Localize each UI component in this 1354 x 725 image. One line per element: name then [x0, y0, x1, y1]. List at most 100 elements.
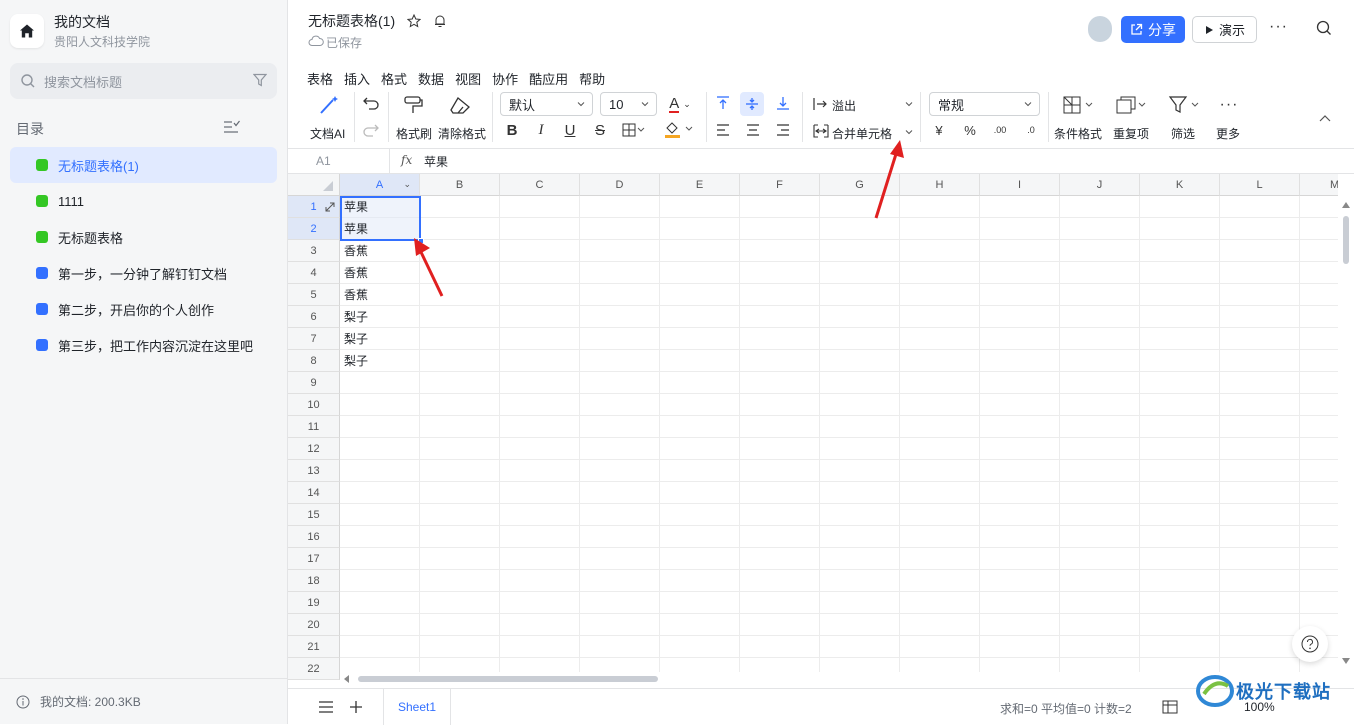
align-top-icon[interactable] — [716, 96, 730, 110]
column-header[interactable]: I — [980, 174, 1060, 196]
formula-input[interactable]: 苹果 — [424, 153, 448, 170]
eraser-icon[interactable] — [449, 95, 473, 115]
row-header[interactable]: 4 — [288, 262, 340, 284]
column-header[interactable]: K — [1140, 174, 1220, 196]
font-color-button[interactable]: A ⌄ — [664, 94, 696, 114]
sheet-tab[interactable]: Sheet1 — [383, 689, 451, 725]
row-header[interactable]: 13 — [288, 460, 340, 482]
row-header[interactable]: 15 — [288, 504, 340, 526]
menu-collab[interactable]: 协作 — [492, 69, 518, 88]
user-avatar[interactable] — [1088, 16, 1112, 42]
spreadsheet-grid[interactable]: A ⌄ B C D E F G H I J K L M 1 2 3 4 5 6 7 8 9 10 11… — [288, 174, 1338, 686]
cell-a1[interactable]: 苹果 — [340, 196, 368, 218]
overflow-icon[interactable] — [813, 97, 829, 111]
row-header[interactable]: 5 — [288, 284, 340, 306]
conditional-format-label[interactable]: 条件格式 — [1054, 125, 1102, 142]
menu-view[interactable]: 视图 — [455, 69, 481, 88]
horizontal-scroll-thumb[interactable] — [358, 676, 658, 682]
help-button[interactable] — [1292, 626, 1328, 662]
font-family-select[interactable]: 默认 — [500, 92, 593, 116]
column-header[interactable]: J — [1060, 174, 1140, 196]
ai-label[interactable]: 文档AI — [310, 125, 345, 142]
more-label[interactable]: 更多 — [1216, 125, 1240, 142]
row-header[interactable]: 9 — [288, 372, 340, 394]
menu-format[interactable]: 格式 — [381, 69, 407, 88]
vertical-scroll-thumb[interactable] — [1343, 216, 1349, 264]
row-header[interactable]: 8 — [288, 350, 340, 372]
row-header[interactable]: 14 — [288, 482, 340, 504]
align-center-icon[interactable] — [746, 124, 760, 136]
chevron-down-icon[interactable]: ⌄ — [403, 179, 411, 190]
horizontal-scrollbar[interactable] — [340, 672, 1338, 686]
bold-button[interactable]: B — [504, 120, 520, 140]
search-icon[interactable] — [1316, 20, 1332, 36]
doc-title[interactable]: 无标题表格(1) — [308, 11, 447, 31]
font-size-select[interactable]: 10 — [600, 92, 657, 116]
format-painter-icon[interactable] — [402, 95, 424, 115]
undo-icon[interactable] — [362, 96, 380, 110]
doc-item-1111[interactable]: 1111 — [10, 183, 277, 219]
align-left-icon[interactable] — [716, 124, 730, 136]
add-sheet-icon[interactable] — [349, 700, 363, 714]
doc-item-step3[interactable]: 第三步，把工作内容沉淀在这里吧 — [10, 327, 277, 363]
number-format-select[interactable]: 常规 — [929, 92, 1040, 116]
chevron-down-icon[interactable] — [904, 127, 914, 137]
row-header[interactable]: 18 — [288, 570, 340, 592]
row-header[interactable]: 3 — [288, 240, 340, 262]
menu-apps[interactable]: 酷应用 — [529, 69, 568, 88]
chevron-down-icon[interactable] — [904, 99, 914, 109]
column-header[interactable]: F — [740, 174, 820, 196]
expand-row-icon[interactable] — [325, 202, 335, 212]
align-bottom-icon[interactable] — [776, 96, 790, 110]
format-painter-label[interactable]: 格式刷 — [396, 125, 432, 142]
row-header[interactable]: 10 — [288, 394, 340, 416]
merge-cells-icon[interactable] — [813, 124, 829, 138]
column-header[interactable]: H — [900, 174, 980, 196]
underline-button[interactable]: U — [562, 120, 578, 140]
italic-button[interactable]: I — [533, 120, 549, 140]
select-all-corner[interactable] — [288, 174, 340, 196]
row-header[interactable]: 19 — [288, 592, 340, 614]
fill-color-icon[interactable] — [664, 121, 696, 139]
currency-button[interactable]: ¥ — [932, 120, 946, 140]
column-header[interactable]: M — [1300, 174, 1338, 196]
sort-icon[interactable] — [223, 119, 241, 135]
doc-item-sheet-untitled-1[interactable]: 无标题表格(1) — [10, 147, 277, 183]
align-middle-button[interactable] — [740, 92, 764, 116]
cell-a3[interactable]: 香蕉 — [340, 240, 368, 262]
percent-button[interactable]: % — [962, 120, 978, 140]
bell-icon[interactable] — [433, 14, 447, 28]
filter-icon[interactable] — [253, 73, 267, 87]
column-header[interactable]: B — [420, 174, 500, 196]
increase-decimal-button[interactable]: .0 — [1022, 120, 1040, 140]
column-header[interactable]: E — [660, 174, 740, 196]
present-button[interactable]: 演示 — [1192, 16, 1257, 43]
duplicates-label[interactable]: 重复项 — [1113, 125, 1149, 142]
row-header[interactable]: 7 — [288, 328, 340, 350]
cell-a5[interactable]: 香蕉 — [340, 284, 368, 306]
redo-icon[interactable] — [362, 123, 380, 137]
column-header[interactable]: C — [500, 174, 580, 196]
filter-label[interactable]: 筛选 — [1171, 125, 1195, 142]
scroll-down-icon[interactable] — [1342, 658, 1350, 664]
column-header[interactable]: D — [580, 174, 660, 196]
menu-table[interactable]: 表格 — [307, 69, 333, 88]
strikethrough-button[interactable]: S — [592, 120, 608, 140]
scroll-up-icon[interactable] — [1342, 202, 1350, 208]
vertical-scrollbar[interactable] — [1338, 196, 1354, 686]
border-icon[interactable] — [622, 123, 646, 137]
decrease-decimal-button[interactable]: .00 — [991, 120, 1009, 140]
duplicates-icon[interactable] — [1115, 95, 1151, 115]
row-header[interactable]: 2 — [288, 218, 340, 240]
clear-format-label[interactable]: 清除格式 — [438, 125, 486, 142]
cell-a4[interactable]: 香蕉 — [340, 262, 368, 284]
doc-item-sheet-untitled[interactable]: 无标题表格 — [10, 219, 277, 255]
doc-search-input[interactable]: 搜索文档标题 — [10, 63, 277, 99]
cell-a2[interactable]: 苹果 — [340, 218, 368, 240]
overflow-label[interactable]: 溢出 — [832, 97, 856, 114]
cell-reference[interactable]: A1 — [316, 154, 331, 168]
row-header[interactable]: 22 — [288, 658, 340, 680]
cell-a6[interactable]: 梨子 — [340, 306, 368, 328]
row-header[interactable]: 6 — [288, 306, 340, 328]
align-right-icon[interactable] — [776, 124, 790, 136]
